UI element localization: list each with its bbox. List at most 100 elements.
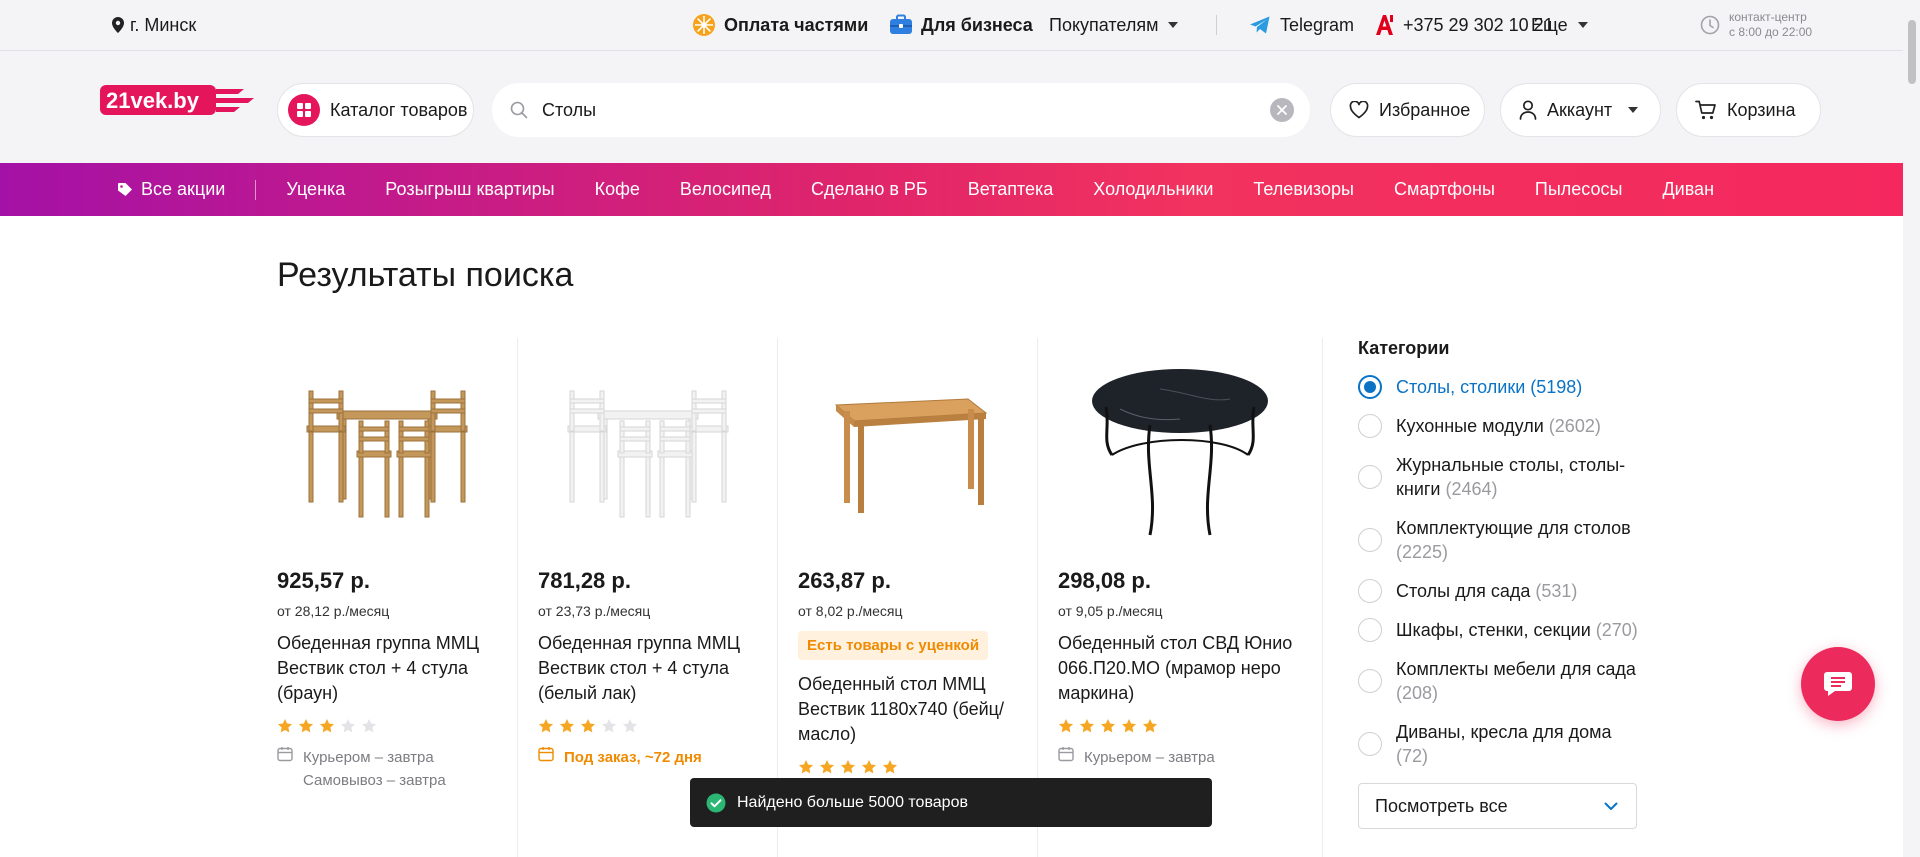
calendar-icon [277,746,293,792]
search-bar [492,83,1310,137]
rating-stars [277,718,497,734]
promo-nav-item[interactable]: Кофе [595,179,640,200]
promo-nav-item[interactable]: Розыгрыш квартиры [385,179,554,200]
category-option[interactable]: Комплекты мебели для сада (208) [1358,657,1638,705]
see-all-categories-button[interactable]: Посмотреть все [1358,783,1637,829]
phone-link[interactable]: +375 29 302 10 21 [1375,0,1554,50]
cart-button[interactable]: Корзина [1676,83,1821,137]
promo-nav-item[interactable]: Телевизоры [1253,179,1354,200]
promo-nav: Все акции Уценка Розыгрыш квартиры Кофе Вел… [0,163,1920,216]
clear-icon[interactable] [1270,98,1294,122]
promo-nav-item[interactable]: Диван [1662,179,1714,200]
promo-nav-item[interactable]: Смартфоны [1394,179,1495,200]
more-menu[interactable]: Еще [1531,0,1588,50]
product-price: 263,87 р. [798,568,891,593]
product-image[interactable] [798,354,1017,548]
product-name[interactable]: Обеденная группа ММЦ Вествик стол + 4 ст… [538,631,757,706]
scrollbar-thumb[interactable] [1908,20,1916,84]
location-pin-icon [111,16,125,34]
account-menu[interactable]: Аккаунт [1500,83,1661,137]
product-name[interactable]: Обеденный стол СВД Юнио 066.П20.МО (мрам… [1058,631,1302,706]
category-text: Журнальные столы, столы-книги (2464) [1396,453,1638,501]
results-toast: Найдено больше 5000 товаров [690,778,1212,827]
category-option[interactable]: Комплектующие для столов (2225) [1358,516,1638,564]
see-all-label: Посмотреть все [1375,795,1508,816]
product-image[interactable] [538,354,757,548]
more-label: Еще [1531,14,1568,35]
telegram-link[interactable]: Telegram [1249,0,1354,50]
category-radio[interactable] [1358,375,1382,399]
promo-divider [255,179,257,200]
category-option[interactable]: Кухонные модули (2602) [1358,414,1638,438]
promo-nav-item[interactable]: Сделано в РБ [811,179,928,200]
category-radio[interactable] [1358,414,1382,438]
category-option[interactable]: Столы, столики (5198) [1358,375,1638,399]
page-scrollbar[interactable] [1903,0,1920,857]
category-label: Журнальные столы, столы-книги [1396,455,1626,499]
promo-all-label: Все акции [141,179,226,199]
product-monthly-price: от 23,73 р./месяц [538,603,651,619]
star-filled-icon [277,718,293,734]
star-filled-icon [861,759,877,775]
product-name[interactable]: Обеденная группа ММЦ Вествик стол + 4 ст… [277,631,497,706]
promo-all-link[interactable]: Все акции [117,179,225,200]
category-option[interactable]: Столы для сада (531) [1358,579,1638,603]
delivery-info: Курьером – завтра Самовывоз – завтра [277,746,497,792]
category-option[interactable]: Журнальные столы, столы-книги (2464) [1358,453,1638,501]
cart-label: Корзина [1727,99,1796,120]
category-radio[interactable] [1358,465,1382,489]
telegram-icon [1249,15,1271,35]
rating-stars [1058,718,1302,734]
business-link[interactable]: Для бизнеса [889,0,1033,50]
category-radio[interactable] [1358,618,1382,642]
category-count: (5198) [1530,377,1583,397]
product-name[interactable]: Обеденный стол ММЦ Вествик 1180x740 (бей… [798,672,1017,747]
star-filled-icon [319,718,335,734]
search-input[interactable] [542,99,1270,121]
markdown-badge[interactable]: Есть товары с уценкой [798,631,989,660]
star-filled-icon [298,718,314,734]
user-icon [1519,100,1537,120]
city-selector[interactable]: г. Минск [111,0,196,50]
product-image[interactable] [277,354,497,548]
product-card[interactable]: 925,57 р. от 28,12 р./месяц Обеденная гр… [277,338,517,857]
buyers-menu[interactable]: Покупателям [1049,0,1179,50]
contact-center-label: контакт-центр [1729,10,1807,24]
category-radio[interactable] [1358,579,1382,603]
site-header: 21vek.by Каталог товаров Избранное Аккау… [0,51,1920,163]
search-icon [510,101,528,119]
star-filled-icon [1079,718,1095,734]
favorites-label: Избранное [1379,99,1471,120]
category-label: Кухонные модули [1396,416,1544,436]
pay-parts-link[interactable]: Оплата частями [692,0,868,50]
category-radio[interactable] [1358,528,1382,552]
star-filled-icon [1058,718,1074,734]
category-radio[interactable] [1358,669,1382,693]
category-count: (208) [1396,683,1439,703]
promo-nav-item[interactable]: Холодильники [1093,179,1213,200]
category-label: Столы для сада [1396,581,1531,601]
chat-button[interactable] [1801,647,1875,721]
promo-nav-item[interactable]: Пылесосы [1535,179,1623,200]
product-image[interactable] [1058,354,1302,548]
catalog-button[interactable]: Каталог товаров [277,83,474,137]
category-radio[interactable] [1358,732,1382,756]
account-label: Аккаунт [1547,99,1613,120]
category-option[interactable]: Шкафы, стенки, секции (270) [1358,618,1638,642]
tag-icon [117,182,133,198]
promo-nav-item[interactable]: Ветаптека [968,179,1054,200]
buyers-label: Покупателям [1049,14,1159,35]
product-monthly-price: от 28,12 р./месяц [277,603,390,619]
category-count: (531) [1535,581,1578,601]
category-option[interactable]: Диваны, кресла для дома (72) [1358,720,1638,768]
site-logo[interactable]: 21vek.by [100,83,256,117]
star-filled-icon [1100,718,1116,734]
a1-logo-icon [1375,14,1395,36]
pay-parts-label: Оплата частями [724,14,869,35]
favorites-button[interactable]: Избранное [1330,83,1485,137]
promo-nav-item[interactable]: Велосипед [680,179,771,200]
category-label: Шкафы, стенки, секции [1396,620,1591,640]
star-filled-icon [882,759,898,775]
promo-nav-item[interactable]: Уценка [286,179,345,200]
clock-icon [1700,15,1720,35]
